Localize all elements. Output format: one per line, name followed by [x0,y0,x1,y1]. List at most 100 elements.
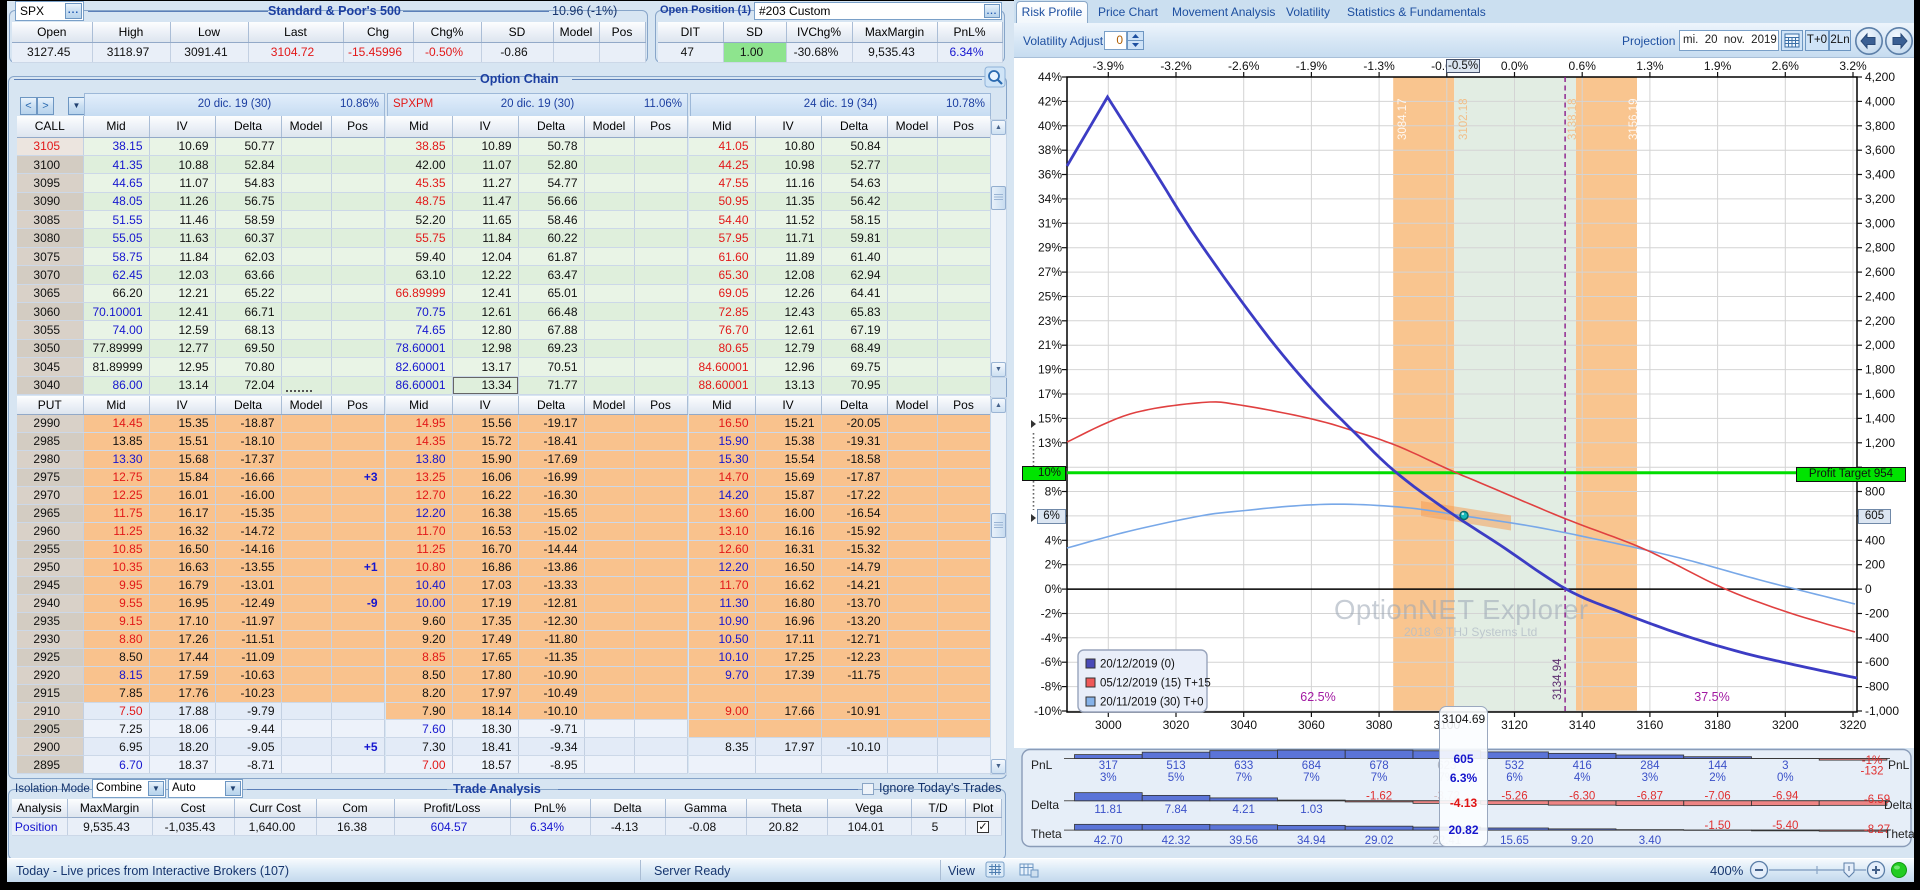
svg-text:44%: 44% [1038,70,1062,84]
svg-text:27%: 27% [1038,265,1062,279]
svg-text:1.03: 1.03 [1300,804,1322,816]
svg-text:-800: -800 [1865,680,1889,694]
svg-text:15.65: 15.65 [1500,835,1529,847]
svg-text:8%: 8% [1045,485,1063,499]
svg-text:40%: 40% [1038,119,1062,133]
svg-text:513: 513 [1166,760,1185,772]
svg-text:3140: 3140 [1569,718,1596,732]
svg-text:-1.3%: -1.3% [1363,59,1395,73]
svg-text:25%: 25% [1038,290,1062,304]
svg-text:3%: 3% [1642,772,1659,784]
svg-text:-4%: -4% [1041,631,1063,645]
svg-text:-1.50: -1.50 [1704,820,1730,832]
svg-text:3180: 3180 [1704,718,1731,732]
svg-text:-2%: -2% [1041,607,1063,621]
svg-text:3020: 3020 [1163,718,1190,732]
svg-text:3080: 3080 [1366,718,1393,732]
svg-text:416: 416 [1573,760,1592,772]
svg-text:0: 0 [1865,582,1872,596]
svg-text:-5.26: -5.26 [1501,791,1527,803]
svg-text:2018 © THJ Systems Ltd: 2018 © THJ Systems Ltd [1404,625,1537,639]
svg-text:3,800: 3,800 [1865,119,1895,133]
svg-text:3084.17: 3084.17 [1397,98,1409,140]
svg-text:-3.9%: -3.9% [1093,59,1125,73]
svg-text:20/12/2019 (0): 20/12/2019 (0) [1100,659,1175,671]
svg-text:284: 284 [1640,760,1660,772]
svg-text:678: 678 [1370,760,1389,772]
svg-text:9.20: 9.20 [1571,835,1593,847]
svg-text:0.0%: 0.0% [1501,59,1529,73]
svg-text:11.81: 11.81 [1094,804,1122,816]
svg-text:36%: 36% [1038,168,1062,182]
svg-text:3000: 3000 [1095,718,1122,732]
svg-text:3160: 3160 [1637,718,1664,732]
svg-text:0.6%: 0.6% [1569,59,1597,73]
svg-text:-7.06: -7.06 [1704,791,1730,803]
svg-text:19%: 19% [1038,363,1062,377]
svg-text:532: 532 [1505,760,1524,772]
svg-text:144: 144 [1708,760,1728,772]
svg-text:17%: 17% [1038,387,1062,401]
svg-text:-600: -600 [1865,655,1889,669]
svg-text:3,000: 3,000 [1865,216,1895,230]
svg-text:4%: 4% [1045,533,1063,547]
svg-text:3120: 3120 [1501,718,1528,732]
svg-text:39.56: 39.56 [1229,835,1258,847]
svg-text:5%: 5% [1168,772,1185,784]
svg-text:PnL: PnL [1888,758,1910,772]
svg-text:-2.6%: -2.6% [1228,59,1260,73]
svg-text:4,000: 4,000 [1865,94,1895,108]
svg-text:-132: -132 [1860,766,1883,778]
svg-text:62.5%: 62.5% [1300,690,1335,704]
svg-text:3.2%: 3.2% [1839,59,1867,73]
svg-text:Delta: Delta [1884,798,1912,812]
svg-text:Theta: Theta [1031,827,1062,841]
svg-text:13%: 13% [1038,436,1062,450]
svg-text:3200: 3200 [1772,718,1799,732]
svg-text:34%: 34% [1038,192,1062,206]
svg-text:3%: 3% [1100,772,1117,784]
svg-text:1,800: 1,800 [1865,363,1895,377]
svg-text:-8%: -8% [1041,680,1063,694]
svg-text:4,200: 4,200 [1865,70,1895,84]
svg-text:2,800: 2,800 [1865,241,1895,255]
svg-text:15%: 15% [1038,411,1062,425]
svg-text:6%: 6% [1506,772,1523,784]
svg-text:37.5%: 37.5% [1694,690,1729,704]
svg-text:800: 800 [1865,485,1885,499]
svg-text:317: 317 [1099,760,1118,772]
svg-text:3.40: 3.40 [1639,835,1661,847]
svg-text:7.84: 7.84 [1165,804,1188,816]
svg-text:-6.30: -6.30 [1569,791,1595,803]
svg-text:3040: 3040 [1230,718,1257,732]
svg-text:Theta: Theta [1884,827,1914,841]
svg-text:2%: 2% [1709,772,1726,784]
svg-text:-1.9%: -1.9% [1296,59,1328,73]
svg-text:-5.40: -5.40 [1772,820,1798,832]
svg-text:-6.94: -6.94 [1772,791,1799,803]
svg-text:7%: 7% [1371,772,1388,784]
svg-text:2,400: 2,400 [1865,290,1895,304]
svg-text:-6%: -6% [1041,655,1063,669]
svg-text:684: 684 [1302,760,1322,772]
svg-text:2%: 2% [1045,558,1063,572]
svg-text:34.94: 34.94 [1297,835,1326,847]
svg-text:-1.62: -1.62 [1366,791,1392,803]
svg-text:42%: 42% [1038,94,1062,108]
svg-text:21%: 21% [1038,338,1062,352]
svg-text:42.70: 42.70 [1094,835,1123,847]
svg-text:3134.94: 3134.94 [1552,658,1564,700]
svg-text:3060: 3060 [1298,718,1325,732]
svg-text:-400: -400 [1865,631,1889,645]
svg-text:42.32: 42.32 [1162,835,1191,847]
svg-text:200: 200 [1865,558,1885,572]
svg-text:38%: 38% [1038,143,1062,157]
svg-text:0%: 0% [1777,772,1794,784]
svg-text:4%: 4% [1574,772,1591,784]
svg-text:05/12/2019 (15) T+15: 05/12/2019 (15) T+15 [1100,678,1211,690]
svg-text:3: 3 [1782,760,1788,772]
svg-text:Delta: Delta [1031,798,1059,812]
svg-text:1,200: 1,200 [1865,436,1895,450]
svg-text:3102.18: 3102.18 [1458,98,1470,140]
svg-text:3138.18: 3138.18 [1567,98,1579,140]
